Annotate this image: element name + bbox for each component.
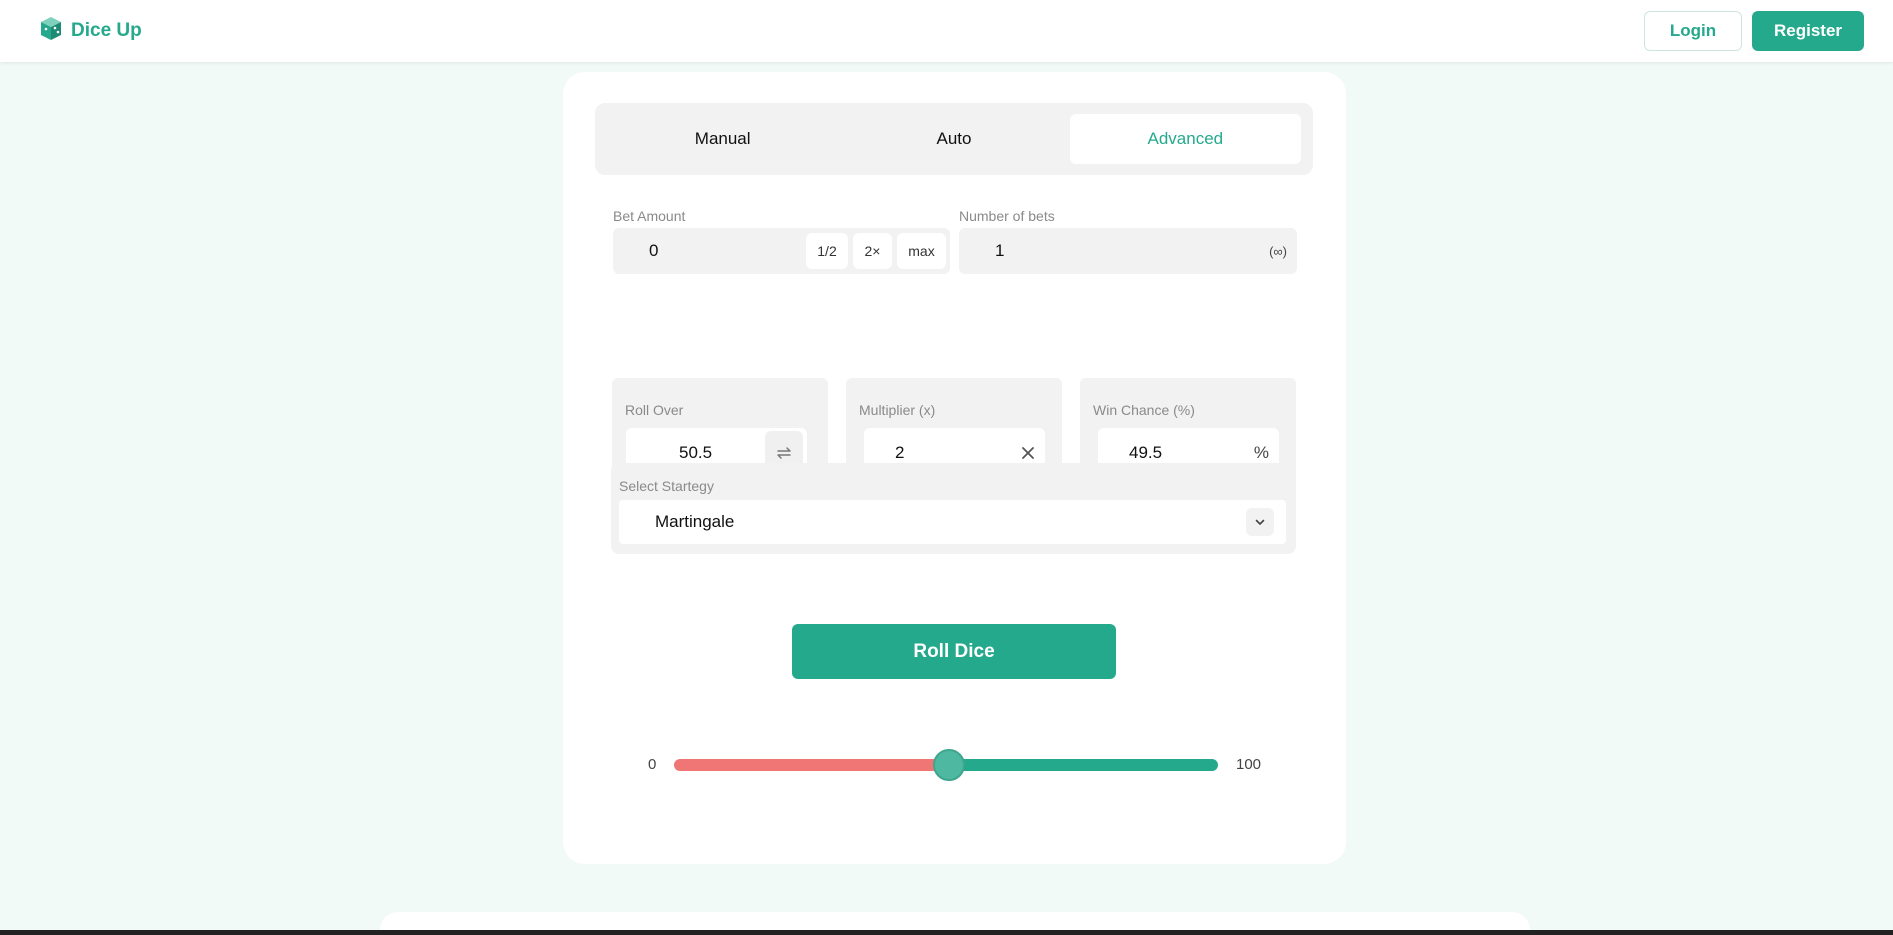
number-of-bets-label: Number of bets (959, 208, 1055, 224)
tab-auto[interactable]: Auto (838, 114, 1069, 164)
register-button[interactable]: Register (1752, 11, 1864, 51)
win-chance-input[interactable]: 49.5 (1129, 443, 1254, 463)
half-bet-button[interactable]: 1/2 (806, 233, 848, 269)
slider-thumb[interactable] (932, 749, 965, 781)
slider-max-label: 100 (1236, 756, 1262, 773)
auth-buttons: Login Register (1644, 11, 1864, 51)
number-of-bets-field: 1 (∞) (959, 228, 1297, 274)
multiply-icon (1021, 446, 1035, 460)
strategy-section: Select Startegy Martingale (611, 463, 1296, 554)
roll-over-label: Roll Over (625, 402, 684, 418)
max-bet-button[interactable]: max (897, 233, 946, 269)
dice-logo-icon (39, 16, 63, 47)
top-header: Dice Up Login Register (0, 0, 1893, 62)
slider-win-track[interactable] (948, 759, 1218, 771)
percent-symbol: % (1253, 442, 1269, 462)
infinite-bets-toggle[interactable]: (∞) (1269, 244, 1287, 259)
multiplier-input[interactable]: 2 (895, 443, 1021, 463)
roll-over-input[interactable]: 50.5 (679, 443, 765, 463)
roll-slider: 0 100 (563, 749, 1346, 782)
slider-lose-track[interactable] (674, 759, 949, 771)
tab-advanced[interactable]: Advanced (1069, 114, 1301, 164)
brand[interactable]: Dice Up (39, 16, 142, 47)
brand-name: Dice Up (71, 20, 142, 41)
dice-game-card: Manual Auto Advanced Bet Amount 0 1/2 2×… (563, 72, 1346, 864)
strategy-label: Select Startegy (619, 478, 714, 494)
win-chance-label: Win Chance (%) (1093, 402, 1195, 418)
strategy-selected-value: Martingale (655, 512, 735, 531)
strategy-select[interactable]: Martingale (619, 500, 1286, 544)
bottom-bar (0, 930, 1893, 935)
login-button[interactable]: Login (1644, 11, 1742, 51)
bet-amount-field: 0 1/2 2× max (613, 228, 950, 274)
bet-amount-label: Bet Amount (613, 208, 686, 224)
tab-manual[interactable]: Manual (607, 114, 838, 164)
bet-amount-input[interactable]: 0 (649, 241, 806, 261)
mode-tabs: Manual Auto Advanced (595, 103, 1313, 175)
chevron-down-icon (1246, 508, 1274, 536)
roll-dice-button[interactable]: Roll Dice (792, 624, 1116, 679)
number-of-bets-input[interactable]: 1 (995, 241, 1269, 261)
multiplier-label: Multiplier (x) (859, 402, 936, 418)
double-bet-button[interactable]: 2× (853, 233, 892, 269)
slider-min-label: 0 (648, 756, 657, 773)
